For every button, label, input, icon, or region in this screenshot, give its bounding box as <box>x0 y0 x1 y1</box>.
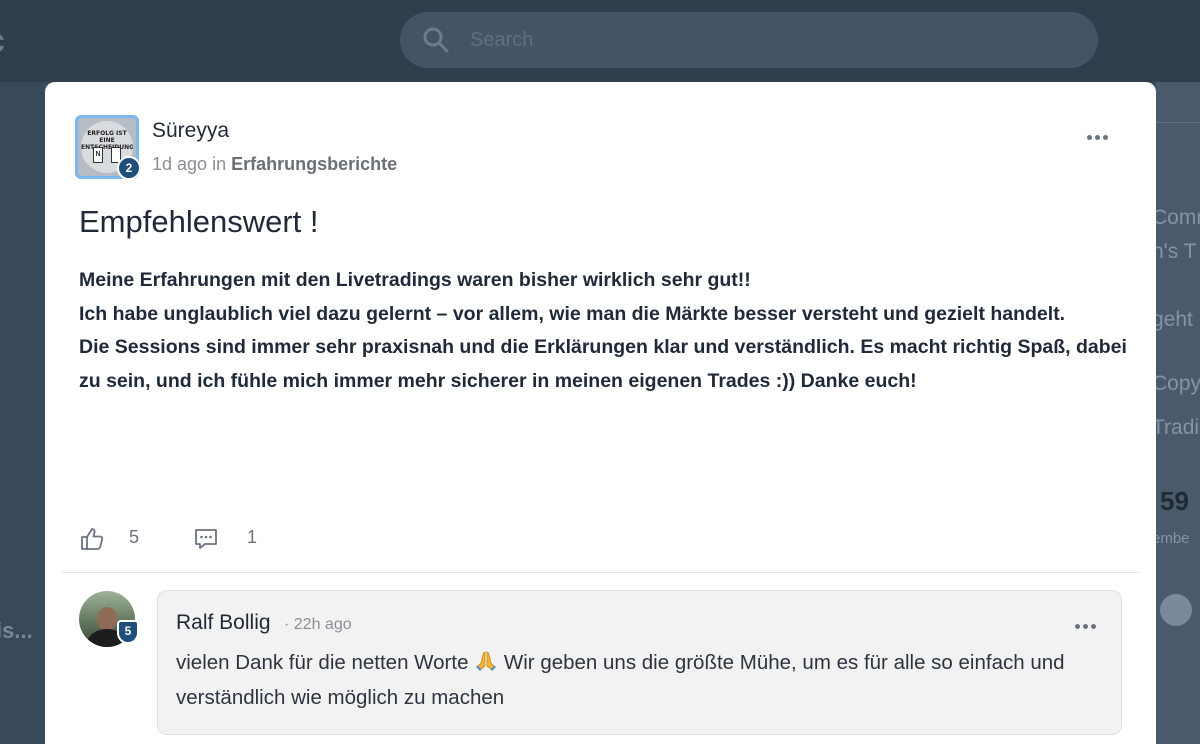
post-more-options-button[interactable] <box>1087 126 1113 150</box>
post-in-label: in <box>212 154 227 174</box>
background-left-text: is... <box>0 618 33 643</box>
background-text-fragment: Tradi <box>1152 416 1200 439</box>
commenter-level-badge: 5 <box>117 620 139 644</box>
commenter-name[interactable]: Ralf Bollig <box>176 611 271 635</box>
author-name[interactable]: Süreyya <box>152 119 229 143</box>
comment-bubble: Ralf Bollig · 22h ago vielen Dank für di… <box>157 590 1122 735</box>
comment-more-options-button[interactable] <box>1075 615 1101 639</box>
background-logo: c <box>0 22 5 61</box>
search-icon <box>423 27 449 53</box>
background-right-panel: Comm h's T geht Copy Tradi 59 embe <box>1152 82 1200 744</box>
post-paragraph: Ich habe unglaublich viel dazu gelernt –… <box>79 302 1066 325</box>
author-avatar[interactable]: ERFOLG IST EINE ENTSCHEIDUNG N 2 <box>75 115 141 180</box>
comment-text: vielen Dank für die netten Worte Wir geb… <box>176 645 1106 715</box>
post-title: Empfehlenswert ! <box>79 204 319 239</box>
post-category-link[interactable]: Erfahrungsberichte <box>231 154 397 174</box>
comment-count: 1 <box>247 527 258 547</box>
more-dot-icon <box>1075 624 1080 629</box>
post-paragraph: Meine Erfahrungen mit den Livetradings w… <box>79 269 751 291</box>
more-dot-icon <box>1103 135 1108 140</box>
post-paragraph: Die Sessions sind immer sehr praxisnah u… <box>79 336 1127 392</box>
more-dot-icon <box>1095 135 1100 140</box>
post-body: Meine Erfahrungen mit den Livetradings w… <box>79 264 1129 398</box>
comment-time: · 22h ago <box>284 616 352 633</box>
background-text-fragment: Copy <box>1152 372 1200 395</box>
praying-hands-icon <box>476 651 497 671</box>
commenter-face <box>97 607 117 631</box>
thumbs-up-icon <box>81 528 104 550</box>
background-text-fragment: Comm <box>1152 206 1200 229</box>
post-meta: 1d ago in Erfahrungsberichte <box>152 154 397 175</box>
comment-text-part: vielen Dank für die netten Worte <box>176 651 469 674</box>
background-divider <box>1156 122 1200 123</box>
like-count: 5 <box>129 527 140 547</box>
author-level-badge: 2 <box>117 156 141 180</box>
more-dot-icon <box>1083 624 1088 629</box>
more-dot-icon <box>1091 624 1096 629</box>
more-dot-icon <box>1087 135 1092 140</box>
background-text-fragment: h's T <box>1152 240 1197 263</box>
background-text-fragment: geht <box>1152 308 1193 331</box>
post-time: 1d ago <box>152 154 208 174</box>
post-modal: ERFOLG IST EINE ENTSCHEIDUNG N 2 Süreyya… <box>45 82 1156 744</box>
avatar-caption: ERFOLG IST EINE ENTSCHEIDUNG <box>81 130 133 151</box>
background-member-count: 59 <box>1160 486 1189 516</box>
avatar-sign: N <box>93 147 103 163</box>
comment-button[interactable]: 1 <box>193 524 263 554</box>
background-search-bar: Search <box>400 12 1098 68</box>
background-avatar <box>1160 594 1192 626</box>
comment-icon <box>195 529 217 549</box>
background-member-label: embe <box>1152 530 1190 547</box>
like-button[interactable]: 5 <box>79 524 149 554</box>
background-topbar: c Search <box>0 0 1200 82</box>
search-placeholder: Search <box>470 29 534 51</box>
section-divider <box>62 572 1139 573</box>
